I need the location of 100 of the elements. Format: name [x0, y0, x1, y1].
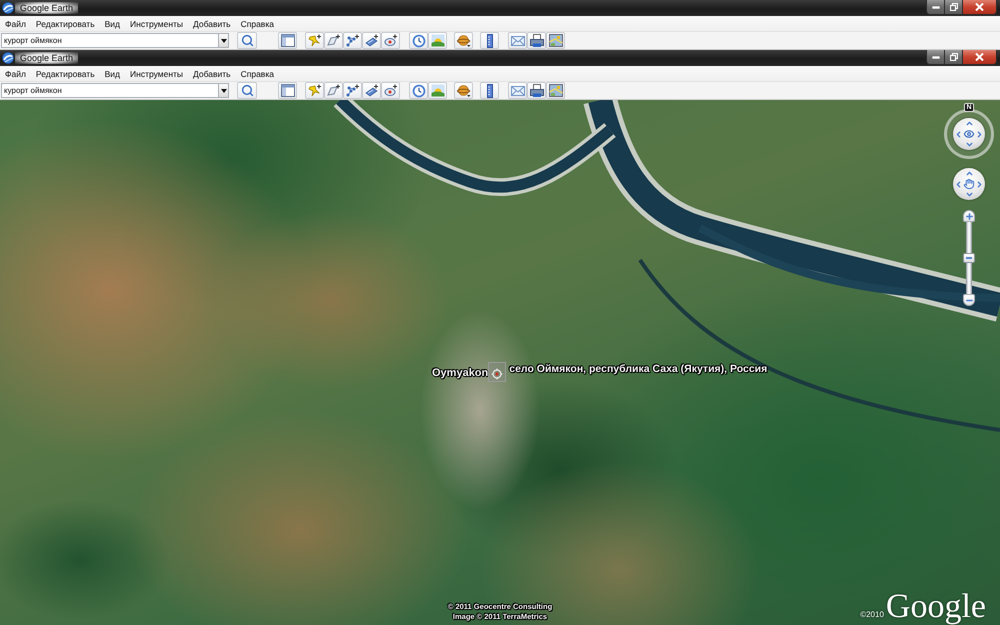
dropdown-button[interactable]: [218, 83, 229, 98]
sunrise-icon: [430, 34, 444, 48]
close-button[interactable]: [963, 0, 997, 15]
close-button[interactable]: [963, 50, 997, 65]
menu-item[interactable]: Редактировать: [30, 18, 100, 28]
sunrise-icon: [430, 84, 444, 98]
path-button[interactable]: [343, 82, 362, 99]
envelope-icon: [510, 34, 524, 48]
minimize-button[interactable]: [926, 50, 945, 65]
chevron-down-icon: [964, 140, 974, 149]
menu-item[interactable]: Добавить: [188, 68, 236, 78]
polygon-button[interactable]: [324, 32, 343, 49]
pushpin-icon: [308, 34, 322, 48]
search-icon: [240, 34, 254, 47]
polygon-button[interactable]: [324, 82, 343, 99]
minimize-icon: [932, 6, 940, 8]
chevron-up-icon: [964, 169, 974, 178]
place-name-label: Oymyakon: [432, 367, 488, 379]
sidebar-toggle-button[interactable]: [278, 32, 297, 49]
google-maps-button[interactable]: [546, 82, 565, 99]
menu-item[interactable]: Файл: [0, 68, 31, 78]
image-overlay-button[interactable]: [362, 32, 381, 49]
sunlight-button[interactable]: [428, 32, 447, 49]
envelope-icon: [510, 84, 524, 98]
sunlight-button[interactable]: [428, 82, 447, 99]
move-joystick[interactable]: [953, 168, 985, 200]
planet-icon: [456, 34, 470, 48]
copyright-year: ©2010: [860, 610, 884, 619]
compass-ring[interactable]: [944, 109, 994, 159]
print-button[interactable]: [527, 82, 546, 99]
chevron-left-icon: [954, 180, 963, 188]
record-tour-button[interactable]: [381, 82, 400, 99]
historical-imagery-button[interactable]: [409, 82, 428, 99]
place-address-label: село Оймякон, республика Саха (Якутия), Россия: [509, 363, 768, 375]
search-button[interactable]: [237, 82, 257, 99]
search-icon: [240, 84, 254, 97]
printer-icon: [530, 34, 544, 48]
sidebar-panel-icon: [280, 34, 294, 48]
record-tour-button[interactable]: [381, 32, 400, 49]
target-icon[interactable]: [488, 362, 506, 382]
search-button[interactable]: [237, 32, 257, 49]
print-button[interactable]: [527, 32, 546, 49]
planet-switch-button[interactable]: [454, 82, 473, 99]
minimize-icon: [932, 56, 940, 58]
polygon-icon: [326, 84, 340, 98]
dropdown-button[interactable]: [218, 33, 229, 48]
menu-item[interactable]: Справка: [236, 18, 279, 28]
zoom-in-button[interactable]: [963, 210, 975, 222]
chevron-down-icon: [964, 190, 974, 199]
globe-icon: [2, 52, 14, 64]
search-field[interactable]: курорт оймякон: [1, 33, 218, 48]
caret-down-icon: [220, 88, 226, 92]
caret-down-icon: [220, 38, 226, 42]
hand-icon: [964, 178, 974, 190]
image-overlay-button[interactable]: [362, 82, 381, 99]
pushpin-icon: [308, 84, 322, 98]
placemark-button[interactable]: [305, 82, 324, 99]
close-icon: [975, 3, 984, 11]
menu-item[interactable]: Справка: [236, 68, 279, 78]
historical-imagery-button[interactable]: [409, 32, 428, 49]
record-icon: [384, 84, 398, 98]
chevron-right-icon: [975, 180, 984, 188]
sidebar-toggle-button[interactable]: [278, 82, 297, 99]
path-icon: [346, 34, 360, 48]
record-icon: [384, 34, 398, 48]
menu-item[interactable]: Вид: [100, 18, 126, 28]
google-logo: Google: [886, 589, 986, 625]
eye-icon: [964, 128, 974, 140]
google-maps-button[interactable]: [546, 32, 565, 49]
window-title: Google Earth: [15, 52, 78, 64]
planet-switch-button[interactable]: [454, 32, 473, 49]
chevron-left-icon: [954, 130, 963, 138]
zoom-out-button[interactable]: [963, 294, 975, 306]
menu-item[interactable]: Файл: [0, 18, 31, 28]
maximize-button[interactable]: [945, 0, 963, 15]
map-icon: [548, 84, 562, 98]
menu-item[interactable]: Редактировать: [30, 68, 100, 78]
plus-icon: [964, 212, 974, 220]
search-field[interactable]: курорт оймякон: [1, 83, 218, 98]
printer-icon: [530, 84, 544, 98]
ruler-button[interactable]: [480, 82, 499, 99]
zoom-slider-thumb[interactable]: [963, 253, 975, 263]
path-button[interactable]: [343, 32, 362, 49]
sidebar-panel-icon: [280, 84, 294, 98]
menu-item[interactable]: Инструменты: [125, 68, 188, 78]
menu-item[interactable]: Инструменты: [125, 18, 188, 28]
minimize-button[interactable]: [926, 0, 945, 15]
close-icon: [975, 53, 984, 61]
image-overlay-icon: [364, 34, 378, 48]
menu-item[interactable]: Вид: [100, 68, 126, 78]
menu-item[interactable]: Добавить: [188, 18, 236, 28]
globe-icon: [2, 2, 14, 14]
window-title: Google Earth: [15, 2, 78, 14]
chevron-right-icon: [975, 130, 984, 138]
ruler-button[interactable]: [480, 32, 499, 49]
map-icon: [548, 34, 562, 48]
maximize-button[interactable]: [945, 50, 963, 65]
zoom-slider-track[interactable]: [966, 222, 972, 294]
look-joystick[interactable]: [953, 118, 985, 150]
placemark-button[interactable]: [305, 32, 324, 49]
